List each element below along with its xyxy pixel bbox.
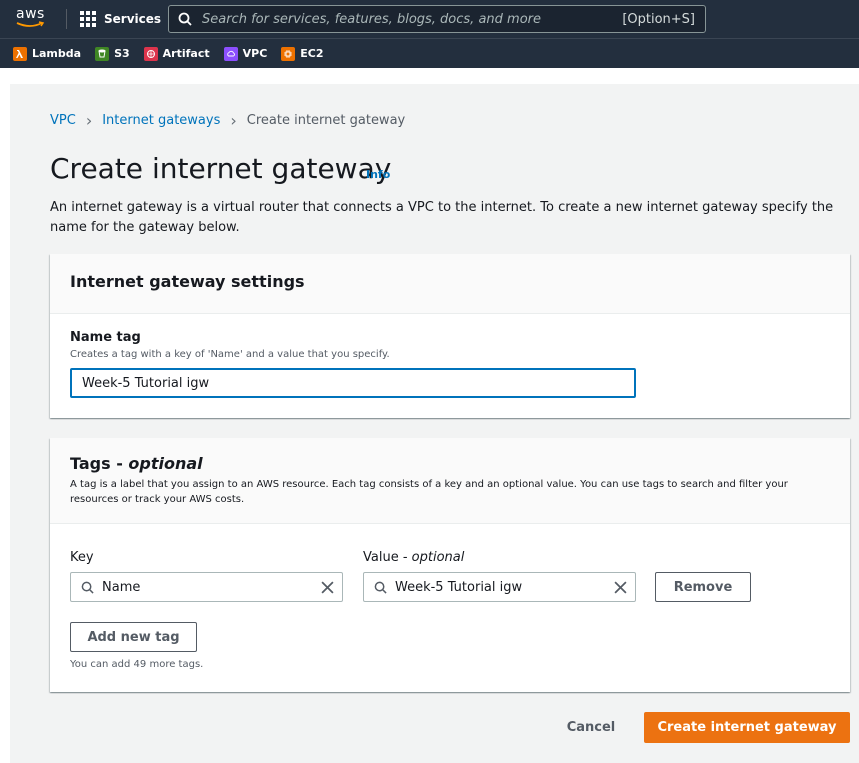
- services-label: Services: [104, 12, 162, 26]
- tag-value-input[interactable]: Week-5 Tutorial igw: [363, 572, 636, 602]
- lambda-icon: [13, 46, 27, 61]
- favorite-s3[interactable]: S3: [95, 46, 130, 61]
- page-title: Create internet gateway: [50, 152, 392, 185]
- favorite-ec2[interactable]: EC2: [281, 46, 324, 61]
- name-tag-label: Name tag: [70, 330, 141, 345]
- breadcrumb-internet-gateways-link[interactable]: Internet gateways: [102, 113, 220, 128]
- search-icon: [81, 581, 94, 594]
- breadcrumb-chevron-right-icon: ›: [230, 111, 237, 130]
- panel-header: Tags - optional A tag is a label that yo…: [50, 438, 850, 524]
- tag-value-value: Week-5 Tutorial igw: [395, 579, 523, 595]
- cancel-button[interactable]: Cancel: [556, 712, 626, 742]
- favorite-artifact[interactable]: Artifact: [143, 46, 210, 61]
- services-menu-button[interactable]: Services: [80, 9, 161, 29]
- tag-key-value: Name: [102, 579, 141, 595]
- name-tag-description: Creates a tag with a key of 'Name' and a…: [70, 349, 390, 360]
- top-navigation-bar: aws Services Search for services, featur…: [0, 0, 859, 38]
- tags-remaining-note: You can add 49 more tags.: [70, 659, 204, 670]
- artifact-icon: [143, 46, 158, 61]
- favorites-bar: Lambda S3 Artifact VPC EC2: [0, 38, 859, 68]
- info-link[interactable]: Info: [366, 168, 390, 181]
- clear-key-close-icon[interactable]: [321, 580, 334, 594]
- favorite-label: S3: [114, 47, 130, 60]
- key-column-label: Key: [70, 550, 94, 565]
- favorite-vpc[interactable]: VPC: [223, 46, 268, 61]
- search-placeholder: Search for services, features, blogs, do…: [202, 11, 541, 27]
- panel-header: Internet gateway settings: [50, 254, 850, 314]
- search-icon: [374, 581, 387, 594]
- favorite-label: VPC: [242, 47, 268, 60]
- create-internet-gateway-button[interactable]: Create internet gateway: [644, 712, 850, 743]
- breadcrumb-current: Create internet gateway: [246, 113, 406, 128]
- remove-tag-button[interactable]: Remove: [655, 572, 751, 602]
- panel-title: Internet gateway settings: [70, 272, 305, 291]
- favorite-label: EC2: [300, 47, 324, 60]
- s3-icon: [95, 46, 110, 61]
- breadcrumb-vpc-link[interactable]: VPC: [50, 113, 76, 128]
- page-description: An internet gateway is a virtual router …: [50, 200, 834, 235]
- main-content: VPC › Internet gateways › Create interne…: [10, 84, 859, 763]
- name-tag-value: Week-5 Tutorial igw: [82, 375, 210, 391]
- vpc-icon: [223, 46, 238, 61]
- search-shortcut: [Option+S]: [622, 11, 695, 27]
- tags-title: Tags - optional: [70, 454, 203, 473]
- tags-panel: Tags - optional A tag is a label that yo…: [50, 438, 850, 692]
- ec2-icon: [281, 46, 296, 61]
- tag-key-input[interactable]: Name: [70, 572, 343, 602]
- name-tag-input[interactable]: Week-5 Tutorial igw: [70, 368, 636, 398]
- search-icon: [178, 12, 192, 26]
- nav-divider: [66, 9, 67, 29]
- value-column-label: Value - optional: [363, 550, 465, 565]
- favorite-lambda[interactable]: Lambda: [13, 46, 82, 61]
- breadcrumb: VPC › Internet gateways › Create interne…: [50, 111, 405, 130]
- aws-logo-text: aws: [16, 6, 45, 22]
- favorite-label: Lambda: [32, 47, 82, 60]
- clear-value-close-icon[interactable]: [614, 580, 627, 594]
- add-new-tag-button[interactable]: Add new tag: [70, 622, 197, 652]
- internet-gateway-settings-panel: Internet gateway settings Name tag Creat…: [50, 254, 850, 418]
- aws-logo[interactable]: aws: [16, 6, 48, 30]
- favorite-label: Artifact: [162, 47, 210, 60]
- services-grid-icon: [80, 11, 96, 27]
- tags-description: A tag is a label that you assign to an A…: [70, 479, 788, 505]
- aws-smile-icon: [16, 21, 45, 27]
- global-search-input[interactable]: Search for services, features, blogs, do…: [168, 5, 706, 33]
- breadcrumb-chevron-right-icon: ›: [85, 111, 93, 130]
